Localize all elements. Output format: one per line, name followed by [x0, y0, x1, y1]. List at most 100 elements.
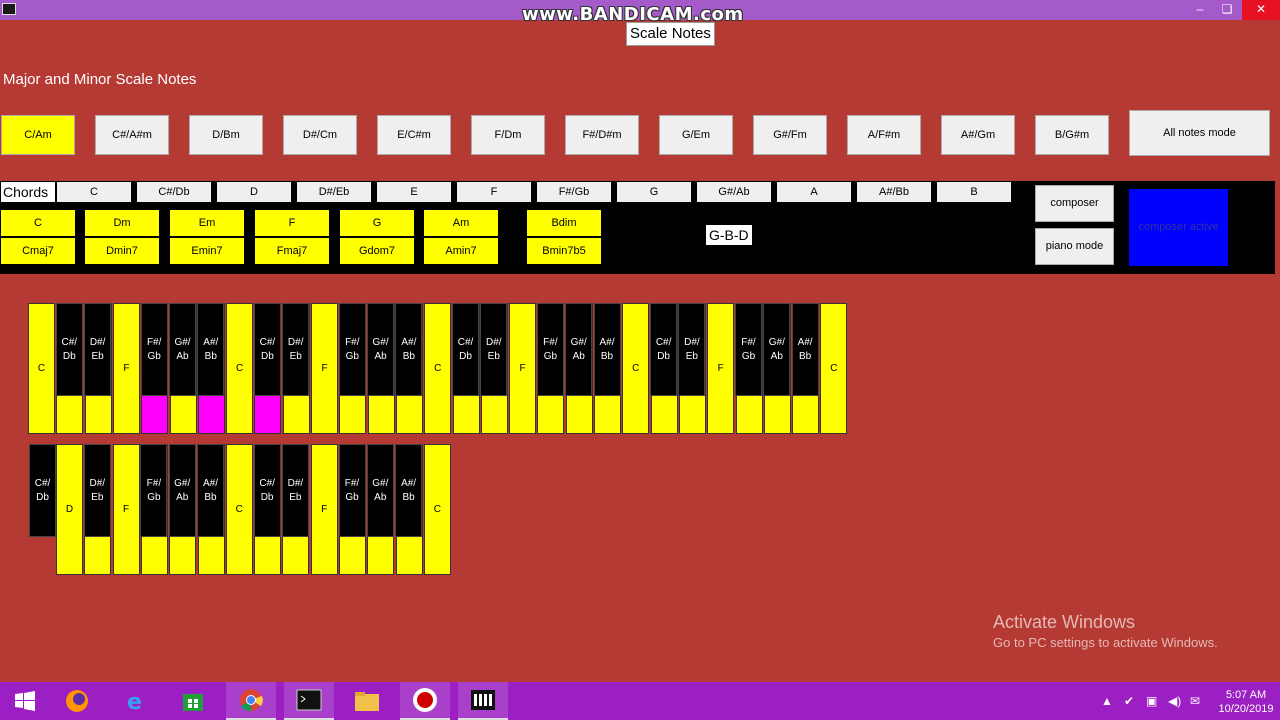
black-key[interactable]: F#/ Gb — [735, 303, 762, 396]
taskbar-clock[interactable]: 5:07 AM 10/20/2019 — [1214, 688, 1278, 716]
network-icon[interactable]: ▣ — [1146, 694, 1157, 708]
black-key[interactable]: C#/ Db — [55, 303, 83, 396]
chord7-button-0[interactable]: Cmaj7 — [1, 238, 75, 264]
root-note-button-6[interactable]: F#/Gb — [537, 182, 611, 202]
chord7-button-1[interactable]: Dmin7 — [85, 238, 159, 264]
black-key[interactable]: C#/ Db — [253, 303, 281, 396]
security-icon[interactable]: ✔ — [1124, 694, 1134, 708]
black-key[interactable]: A#/ Bb — [197, 444, 224, 537]
chord-button-0[interactable]: C — [1, 210, 75, 236]
white-key[interactable]: C — [424, 303, 452, 434]
scale-button-5[interactable]: F/Dm — [471, 115, 545, 155]
white-key[interactable]: F — [112, 444, 140, 575]
root-note-button-9[interactable]: A — [777, 182, 851, 202]
root-note-button-4[interactable]: E — [377, 182, 451, 202]
black-key[interactable]: C#/ Db — [452, 303, 479, 396]
white-key[interactable]: D — [56, 444, 83, 575]
chord7-button-3[interactable]: Fmaj7 — [255, 238, 329, 264]
black-key[interactable]: D#/ Eb — [678, 303, 706, 396]
chord-button-6[interactable]: Bdim — [527, 210, 601, 236]
command-prompt-icon[interactable] — [284, 682, 334, 720]
minimize-button[interactable]: – — [1190, 0, 1210, 20]
black-key[interactable]: F#/ Gb — [338, 303, 366, 396]
black-key[interactable]: C#/ Db — [650, 303, 678, 396]
black-key[interactable]: F#/ Gb — [140, 303, 168, 396]
black-key[interactable]: C#/ Db — [253, 444, 281, 537]
black-key[interactable]: G#/ Ab — [169, 303, 196, 396]
chord7-button-6[interactable]: Bmin7b5 — [527, 238, 601, 264]
chord7-button-5[interactable]: Amin7 — [424, 238, 498, 264]
white-key[interactable]: C — [226, 303, 254, 434]
white-key[interactable]: F — [310, 444, 338, 575]
white-key[interactable]: F — [509, 303, 537, 434]
scale-button-7[interactable]: G/Em — [659, 115, 733, 155]
scale-button-9[interactable]: A/F#m — [847, 115, 921, 155]
black-key[interactable]: A#/ Bb — [593, 303, 621, 396]
white-key[interactable]: C — [225, 444, 253, 575]
scale-button-8[interactable]: G#/Fm — [753, 115, 827, 155]
root-note-button-5[interactable]: F — [457, 182, 531, 202]
black-key[interactable]: F#/ Gb — [536, 303, 564, 396]
chord-button-1[interactable]: Dm — [85, 210, 159, 236]
root-note-button-10[interactable]: A#/Bb — [857, 182, 931, 202]
root-note-button-2[interactable]: D — [217, 182, 291, 202]
black-key[interactable]: D#/ Eb — [84, 303, 112, 396]
root-note-button-3[interactable]: D#/Eb — [297, 182, 371, 202]
notification-icon[interactable]: ✉ — [1190, 694, 1200, 708]
all-notes-mode-button[interactable]: All notes mode — [1129, 110, 1270, 156]
white-key[interactable]: F — [707, 303, 735, 434]
chrome-icon[interactable] — [226, 682, 276, 720]
chord-button-3[interactable]: F — [255, 210, 329, 236]
root-note-button-11[interactable]: B — [937, 182, 1011, 202]
white-key[interactable]: C — [622, 303, 650, 434]
scale-button-10[interactable]: A#/Gm — [941, 115, 1015, 155]
piano-app-icon[interactable] — [458, 682, 508, 720]
piano-mode-button[interactable]: piano mode — [1035, 228, 1114, 265]
black-key[interactable]: A#/ Bb — [791, 303, 819, 396]
white-key[interactable]: F — [311, 303, 338, 434]
chevron-up-icon[interactable]: ▲ — [1101, 694, 1113, 708]
restore-button[interactable]: ❏ — [1216, 0, 1238, 20]
scale-button-3[interactable]: D#/Cm — [283, 115, 357, 155]
scale-button-2[interactable]: D/Bm — [189, 115, 263, 155]
black-key[interactable]: D#/ Eb — [480, 303, 508, 396]
file-explorer-icon[interactable] — [342, 682, 392, 720]
black-key[interactable]: C#/ Db — [29, 444, 56, 537]
white-key[interactable]: C — [423, 444, 451, 575]
root-note-button-8[interactable]: G#/Ab — [697, 182, 771, 202]
black-key[interactable]: A#/ Bb — [395, 444, 423, 537]
app-icon[interactable] — [2, 3, 16, 15]
black-key[interactable]: A#/ Bb — [395, 303, 423, 396]
black-key[interactable]: G#/ Ab — [367, 303, 395, 396]
scale-button-11[interactable]: B/G#m — [1035, 115, 1109, 155]
close-button[interactable]: ✕ — [1242, 0, 1280, 20]
black-key[interactable]: G#/ Ab — [763, 303, 791, 396]
firefox-icon[interactable] — [52, 682, 102, 720]
internet-explorer-icon[interactable]: e — [110, 682, 160, 720]
chord-button-5[interactable]: Am — [424, 210, 498, 236]
start-icon[interactable] — [0, 682, 50, 720]
black-key[interactable]: D#/ Eb — [282, 303, 310, 396]
root-note-button-7[interactable]: G — [617, 182, 691, 202]
black-key[interactable]: D#/ Eb — [281, 444, 309, 537]
white-key[interactable]: C — [820, 303, 848, 434]
black-key[interactable]: G#/ Ab — [168, 444, 196, 537]
white-key[interactable]: F — [112, 303, 140, 434]
black-key[interactable]: F#/ Gb — [140, 444, 168, 537]
chord7-button-4[interactable]: Gdom7 — [340, 238, 414, 264]
scale-button-0[interactable]: C/Am — [1, 115, 75, 155]
chord-button-2[interactable]: Em — [170, 210, 244, 236]
scale-button-1[interactable]: C#/A#m — [95, 115, 169, 155]
scale-button-6[interactable]: F#/D#m — [565, 115, 639, 155]
scale-button-4[interactable]: E/C#m — [377, 115, 451, 155]
white-key[interactable]: C — [28, 303, 55, 434]
composer-button[interactable]: composer — [1035, 185, 1114, 222]
black-key[interactable]: D#/ Eb — [83, 444, 111, 537]
black-key[interactable]: F#/ Gb — [338, 444, 366, 537]
chord7-button-2[interactable]: Emin7 — [170, 238, 244, 264]
black-key[interactable]: G#/ Ab — [366, 444, 394, 537]
chord-button-4[interactable]: G — [340, 210, 414, 236]
bandicam-record-icon[interactable] — [400, 682, 450, 720]
black-key[interactable]: A#/ Bb — [197, 303, 225, 396]
volume-icon[interactable]: ◀) — [1168, 694, 1181, 708]
